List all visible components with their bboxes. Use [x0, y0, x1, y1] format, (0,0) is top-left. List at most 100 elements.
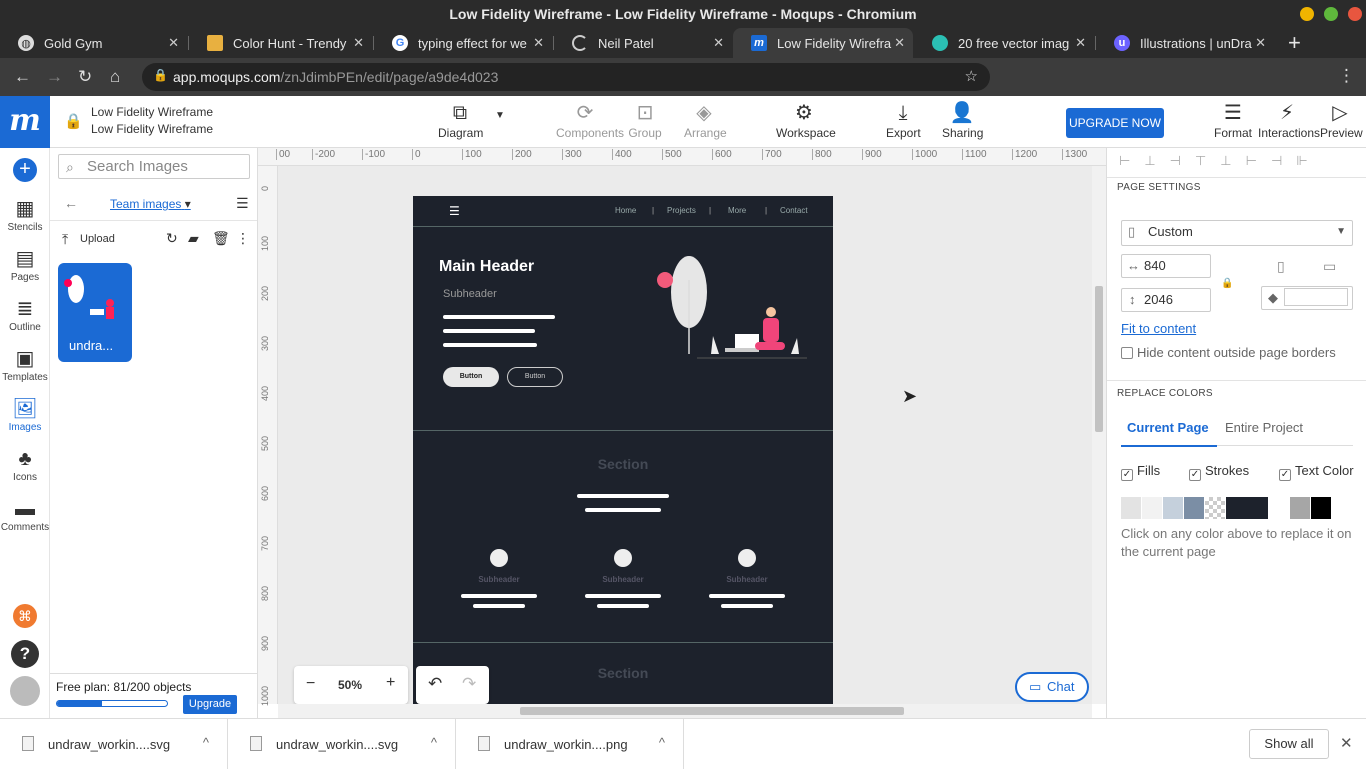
wireframe-page[interactable]: ☰ Home | Projects | More | Contact Main …	[413, 196, 833, 704]
color-swatch[interactable]	[1163, 497, 1183, 519]
team-images-dropdown[interactable]: Team images ▾	[110, 197, 191, 211]
tab-moqups-active[interactable]: m Low Fidelity Wirefra ✕	[733, 28, 913, 58]
close-tab-icon[interactable]: ✕	[1075, 35, 1086, 51]
url-field[interactable]: 🔒 app.moqups.com/znJdimbPEn/edit/page/a9…	[142, 63, 990, 91]
close-tab-icon[interactable]: ✕	[168, 35, 179, 51]
color-swatch[interactable]	[1184, 497, 1204, 519]
color-swatch[interactable]	[1269, 497, 1289, 519]
more-options-icon[interactable]: ⋮	[236, 230, 250, 247]
redo-icon[interactable]: ↷	[462, 674, 476, 694]
close-window-button[interactable]	[1348, 7, 1362, 21]
close-downloads-icon[interactable]: ✕	[1340, 734, 1353, 752]
fit-to-content-link[interactable]: Fit to content	[1121, 321, 1196, 336]
new-folder-icon[interactable]: ▰	[188, 230, 199, 247]
portrait-icon[interactable]: ▯	[1277, 258, 1285, 275]
color-swatch[interactable]	[1205, 497, 1225, 519]
color-swatch[interactable]	[1142, 497, 1162, 519]
export-button[interactable]: ⤓ Export	[886, 100, 921, 140]
page-width-input[interactable]: ↔ 840	[1121, 254, 1211, 278]
image-thumbnail[interactable]: undra...	[58, 263, 132, 362]
refresh-icon[interactable]: ↻	[166, 230, 178, 247]
new-tab-button[interactable]: +	[1278, 28, 1314, 58]
rail-icons[interactable]: ♣ Icons	[0, 446, 50, 483]
upgrade-now-button[interactable]: UPGRADE NOW	[1066, 108, 1164, 138]
zoom-out-button[interactable]: −	[306, 675, 315, 693]
close-tab-icon[interactable]: ✕	[894, 35, 905, 51]
plan-upgrade-button[interactable]: Upgrade	[183, 695, 237, 714]
tab-typing-effect[interactable]: G typing effect for we ✕	[374, 28, 552, 58]
undo-icon[interactable]: ↶	[428, 674, 442, 694]
components-button[interactable]: ⟳ Components	[556, 100, 624, 140]
lock-icon[interactable]: 🔒	[64, 112, 83, 130]
design-canvas[interactable]: ☰ Home | Projects | More | Contact Main …	[278, 166, 1092, 704]
color-swatch[interactable]	[1226, 497, 1268, 519]
back-icon[interactable]: ←	[14, 67, 31, 87]
page-fill-color[interactable]: ◆	[1261, 286, 1353, 310]
minimize-button[interactable]	[1300, 7, 1314, 21]
back-arrow-icon[interactable]: ←	[64, 195, 78, 211]
sharing-button[interactable]: 👤 Sharing	[942, 100, 983, 140]
chat-button[interactable]: ▭ Chat	[1015, 672, 1089, 702]
diagram-button[interactable]: ⧉ Diagram	[438, 100, 483, 140]
tab-entire-project[interactable]: Entire Project	[1225, 420, 1303, 435]
chevron-up-icon[interactable]: ^	[203, 735, 209, 750]
chevron-up-icon[interactable]: ^	[431, 735, 437, 750]
fills-checkbox[interactable]: ✓ Fills	[1121, 463, 1160, 481]
diagram-dropdown-icon[interactable]: ▼	[495, 110, 505, 121]
zoom-in-button[interactable]: +	[386, 674, 395, 692]
browser-menu-icon[interactable]: ⋮	[1338, 66, 1355, 86]
format-button[interactable]: ☰ Format	[1214, 100, 1252, 140]
search-images-input[interactable]: ⌕ Search Images	[58, 154, 250, 179]
color-swatch[interactable]	[1290, 497, 1310, 519]
show-all-button[interactable]: Show all	[1249, 729, 1329, 759]
list-view-icon[interactable]: ☰	[236, 195, 249, 212]
rail-images[interactable]: 🖼 Images	[0, 396, 50, 433]
bookmark-star-icon[interactable]: ☆	[965, 67, 978, 85]
forward-icon[interactable]: →	[46, 67, 63, 87]
hide-outside-checkbox[interactable]: Hide content outside page borders	[1121, 345, 1336, 360]
arrange-button[interactable]: ◈ Arrange	[684, 100, 727, 140]
chevron-up-icon[interactable]: ^	[659, 735, 665, 750]
close-tab-icon[interactable]: ✕	[533, 35, 544, 51]
tab-neil-patel[interactable]: Neil Patel ✕	[554, 28, 732, 58]
horizontal-scrollbar[interactable]	[278, 704, 1092, 718]
group-button[interactable]: ⊡ Group	[628, 100, 662, 140]
tab-undraw[interactable]: u Illustrations | unDra ✕	[1096, 28, 1274, 58]
help-icon[interactable]: ?	[11, 640, 39, 668]
tab-gold-gym[interactable]: ◍ Gold Gym ✕	[0, 28, 187, 58]
rail-pages[interactable]: ▤ Pages	[0, 246, 50, 283]
rail-stencils[interactable]: ▦ Stencils	[0, 196, 50, 233]
scroll-thumb[interactable]	[1095, 286, 1103, 432]
page-size-select[interactable]: ▯ Custom ▼	[1121, 220, 1353, 246]
scroll-thumb[interactable]	[520, 707, 904, 715]
preview-button[interactable]: ▷ Preview	[1320, 100, 1363, 140]
interactions-button[interactable]: ⚡ Interactions	[1258, 100, 1320, 140]
moqups-logo[interactable]: m	[0, 96, 50, 148]
strokes-checkbox[interactable]: ✓ Strokes	[1189, 463, 1249, 481]
trash-icon[interactable]: 🗑	[212, 230, 230, 247]
rail-templates[interactable]: ▣ Templates	[0, 346, 50, 383]
text-color-checkbox[interactable]: ✓ Text Color	[1279, 463, 1354, 481]
add-icon[interactable]: +	[13, 158, 37, 182]
rail-outline[interactable]: ≣ Outline	[0, 296, 50, 333]
maximize-button[interactable]	[1324, 7, 1338, 21]
page-height-input[interactable]: ↕ 2046	[1121, 288, 1211, 312]
close-tab-icon[interactable]: ✕	[1255, 35, 1266, 51]
alignment-toolbar[interactable]: ⊢⊥⊣⊤⊥⊢⊣⊩	[1107, 148, 1366, 178]
zoom-level[interactable]: 50%	[338, 678, 362, 692]
rail-comments[interactable]: ▬ Comments	[0, 496, 50, 533]
download-item[interactable]: undraw_workin....png ^	[456, 719, 684, 769]
gift-icon[interactable]: ⌘	[13, 604, 37, 628]
reload-icon[interactable]: ↻	[78, 67, 92, 87]
color-swatch[interactable]	[1311, 497, 1331, 519]
landscape-icon[interactable]: ▭	[1323, 258, 1336, 275]
page-title[interactable]: Low Fidelity Wireframe	[91, 121, 213, 138]
download-item[interactable]: undraw_workin....svg ^	[228, 719, 456, 769]
tab-color-hunt[interactable]: Color Hunt - Trendy ✕	[189, 28, 372, 58]
lock-ratio-icon[interactable]: 🔒	[1221, 278, 1233, 289]
project-title[interactable]: Low Fidelity Wireframe	[91, 104, 213, 121]
tab-current-page[interactable]: Current Page	[1121, 419, 1217, 447]
color-swatch[interactable]	[1121, 497, 1141, 519]
tab-vector-images[interactable]: 20 free vector imag ✕	[914, 28, 1094, 58]
download-item[interactable]: undraw_workin....svg ^	[0, 719, 228, 769]
